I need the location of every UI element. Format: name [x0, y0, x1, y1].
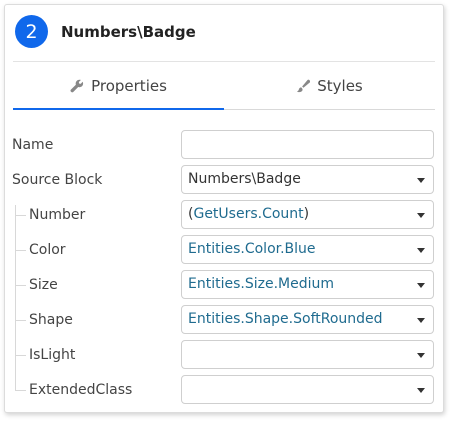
- chevron-down-icon[interactable]: [417, 213, 425, 218]
- property-label: IsLight: [29, 347, 76, 363]
- chevron-down-icon[interactable]: [417, 318, 425, 323]
- panel-title: Numbers\Badge: [61, 23, 196, 41]
- chevron-down-icon[interactable]: [417, 283, 425, 288]
- brush-icon: [296, 79, 311, 93]
- property-label: Size: [29, 277, 58, 293]
- tab-properties[interactable]: Properties: [13, 62, 224, 110]
- tree-branch: [15, 250, 26, 251]
- property-label: Number: [29, 207, 86, 223]
- property-row-number: Number (GetUsers.Count): [5, 200, 443, 230]
- chevron-down-icon[interactable]: [417, 248, 425, 253]
- properties-panel: 2 Numbers\Badge Properties Styles Name S…: [4, 4, 444, 413]
- property-label: Color: [29, 242, 66, 258]
- property-row-source-block: Source Block Numbers\Badge: [5, 165, 443, 195]
- field-value: GetUsers.Count: [193, 206, 304, 222]
- chevron-down-icon[interactable]: [417, 388, 425, 393]
- property-row-name: Name: [5, 130, 443, 160]
- property-row-islight: IsLight: [5, 340, 443, 370]
- property-label: Shape: [29, 312, 73, 328]
- tree-branch: [15, 355, 26, 356]
- tree-branch: [15, 215, 26, 216]
- field-value: Entities.Size.Medium: [188, 276, 335, 292]
- tree-branch: [15, 320, 26, 321]
- property-label: Source Block: [12, 172, 103, 188]
- field-value: Numbers\Badge: [188, 171, 301, 187]
- shape-select[interactable]: Entities.Shape.SoftRounded: [181, 305, 434, 334]
- expression-close-paren: ): [303, 206, 310, 222]
- property-row-color: Color Entities.Color.Blue: [5, 235, 443, 265]
- tree-branch: [15, 390, 26, 391]
- tab-properties-label: Properties: [91, 76, 167, 95]
- color-select[interactable]: Entities.Color.Blue: [181, 235, 434, 264]
- tab-styles-label: Styles: [317, 76, 363, 95]
- chevron-down-icon[interactable]: [417, 178, 425, 183]
- step-number-badge: 2: [15, 15, 48, 48]
- property-row-extendedclass: ExtendedClass: [5, 375, 443, 405]
- islight-select[interactable]: [181, 340, 434, 369]
- tab-bar: Properties Styles: [13, 62, 435, 110]
- property-row-shape: Shape Entities.Shape.SoftRounded: [5, 305, 443, 335]
- field-value: Entities.Shape.SoftRounded: [188, 311, 383, 327]
- property-label: ExtendedClass: [29, 382, 133, 398]
- chevron-down-icon[interactable]: [417, 353, 425, 358]
- size-select[interactable]: Entities.Size.Medium: [181, 270, 434, 299]
- number-select[interactable]: (GetUsers.Count): [181, 200, 434, 229]
- field-value: Entities.Color.Blue: [188, 241, 316, 257]
- source-block-select[interactable]: Numbers\Badge: [181, 165, 434, 194]
- panel-header: 2 Numbers\Badge: [5, 5, 443, 59]
- tree-branch: [15, 285, 26, 286]
- wrench-icon: [70, 79, 84, 93]
- extendedclass-select[interactable]: [181, 375, 434, 404]
- property-row-size: Size Entities.Size.Medium: [5, 270, 443, 300]
- name-input[interactable]: [181, 130, 434, 159]
- tab-styles[interactable]: Styles: [224, 62, 435, 109]
- property-label: Name: [12, 137, 54, 153]
